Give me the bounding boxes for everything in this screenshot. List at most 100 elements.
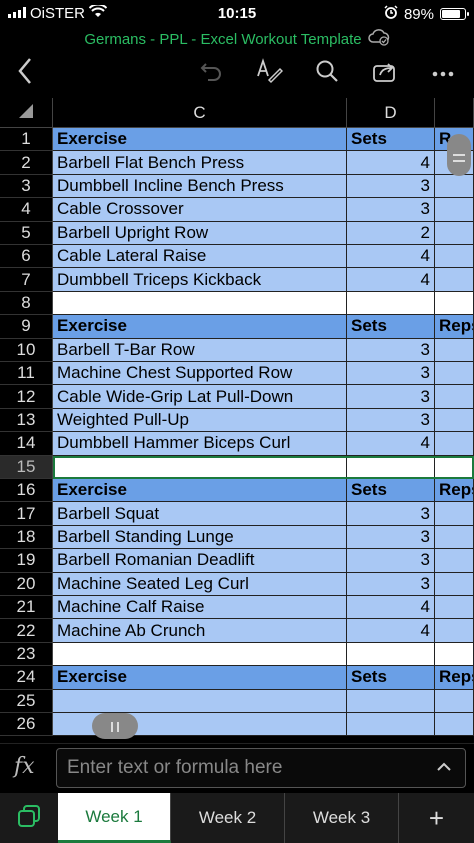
- sets-cell[interactable]: Sets: [347, 315, 435, 339]
- sets-cell[interactable]: 4: [347, 245, 435, 269]
- row-number[interactable]: 26: [0, 713, 53, 737]
- exercise-cell[interactable]: Weighted Pull-Up: [53, 408, 347, 433]
- sets-cell[interactable]: 4: [347, 151, 435, 175]
- reps-cell[interactable]: [435, 174, 474, 199]
- exercise-cell[interactable]: Barbell Romanian Deadlift: [53, 549, 347, 573]
- row-number[interactable]: 25: [0, 689, 53, 713]
- row-number[interactable]: 7: [0, 268, 53, 292]
- sets-cell[interactable]: 3: [347, 502, 435, 526]
- row-number[interactable]: 19: [0, 549, 53, 573]
- row-number[interactable]: 20: [0, 572, 53, 596]
- row-number[interactable]: 2: [0, 151, 53, 175]
- sets-cell[interactable]: 3: [347, 549, 435, 573]
- sets-cell[interactable]: 4: [347, 432, 435, 456]
- exercise-cell[interactable]: Exercise: [53, 666, 347, 690]
- exercise-cell[interactable]: Barbell Upright Row: [53, 221, 347, 245]
- row-number[interactable]: 21: [0, 596, 53, 620]
- row-number[interactable]: 18: [0, 525, 53, 550]
- row-resize-handle[interactable]: [92, 713, 138, 739]
- reps-cell[interactable]: [435, 502, 474, 526]
- formula-input[interactable]: Enter text or formula here: [56, 748, 466, 788]
- row-number[interactable]: 14: [0, 432, 53, 456]
- back-button[interactable]: [8, 56, 42, 90]
- row-number[interactable]: 4: [0, 198, 53, 222]
- reps-cell[interactable]: Reps: [435, 666, 474, 690]
- exercise-cell[interactable]: Cable Wide-Grip Lat Pull-Down: [53, 385, 347, 409]
- reps-cell[interactable]: [435, 619, 474, 643]
- sets-cell[interactable]: [347, 689, 435, 713]
- exercise-cell[interactable]: Exercise: [53, 128, 347, 152]
- sheets-overview-button[interactable]: [0, 793, 58, 843]
- reps-cell[interactable]: [435, 689, 474, 713]
- sheet-tab-week-1[interactable]: Week 1: [58, 793, 171, 843]
- reps-cell[interactable]: Reps: [435, 479, 474, 503]
- reps-cell[interactable]: [435, 408, 474, 433]
- exercise-cell[interactable]: Dumbbell Triceps Kickback: [53, 268, 347, 292]
- exercise-cell[interactable]: Cable Crossover: [53, 198, 347, 222]
- undo-button[interactable]: [194, 56, 228, 90]
- exercise-cell[interactable]: Machine Chest Supported Row: [53, 362, 347, 386]
- row-number[interactable]: 3: [0, 174, 53, 199]
- sets-cell[interactable]: 3: [347, 385, 435, 409]
- sets-cell[interactable]: 4: [347, 619, 435, 643]
- row-number[interactable]: 24: [0, 666, 53, 690]
- select-all-corner[interactable]: [0, 98, 53, 128]
- row-number[interactable]: 8: [0, 291, 53, 316]
- sets-cell[interactable]: 3: [347, 362, 435, 386]
- row-number[interactable]: 1: [0, 128, 53, 152]
- row-number[interactable]: 16: [0, 479, 53, 503]
- exercise-cell[interactable]: Exercise: [53, 479, 347, 503]
- exercise-cell[interactable]: Dumbbell Incline Bench Press: [53, 174, 347, 199]
- sets-cell[interactable]: 3: [347, 198, 435, 222]
- exercise-cell[interactable]: Cable Lateral Raise: [53, 245, 347, 269]
- row-number[interactable]: 15: [0, 455, 53, 479]
- exercise-cell[interactable]: [53, 291, 347, 316]
- reps-cell[interactable]: [435, 385, 474, 409]
- reps-cell[interactable]: [435, 596, 474, 620]
- reps-cell[interactable]: [435, 455, 474, 479]
- exercise-cell[interactable]: Machine Ab Crunch: [53, 619, 347, 643]
- reps-cell[interactable]: [435, 221, 474, 245]
- exercise-cell[interactable]: [53, 455, 347, 479]
- document-title-bar[interactable]: Germans - PPL - Excel Workout Template: [0, 28, 474, 50]
- sets-cell[interactable]: 3: [347, 525, 435, 550]
- function-icon[interactable]: fx: [14, 754, 50, 784]
- sets-cell[interactable]: Sets: [347, 128, 435, 152]
- row-number[interactable]: 17: [0, 502, 53, 526]
- row-number[interactable]: 23: [0, 642, 53, 667]
- row-number[interactable]: 13: [0, 408, 53, 433]
- add-sheet-button[interactable]: +: [399, 793, 474, 843]
- sets-cell[interactable]: 3: [347, 572, 435, 596]
- chevron-up-icon[interactable]: [435, 757, 453, 783]
- sets-cell[interactable]: 3: [347, 338, 435, 362]
- sets-cell[interactable]: [347, 455, 435, 479]
- draw-button[interactable]: [252, 56, 286, 90]
- reps-cell[interactable]: [435, 268, 474, 292]
- exercise-cell[interactable]: Barbell Standing Lunge: [53, 525, 347, 550]
- exercise-cell[interactable]: Barbell Flat Bench Press: [53, 151, 347, 175]
- sets-cell[interactable]: 2: [347, 221, 435, 245]
- exercise-cell[interactable]: Barbell T-Bar Row: [53, 338, 347, 362]
- exercise-cell[interactable]: Dumbbell Hammer Biceps Curl: [53, 432, 347, 456]
- row-number[interactable]: 10: [0, 338, 53, 362]
- sets-cell[interactable]: [347, 713, 435, 737]
- exercise-cell[interactable]: [53, 689, 347, 713]
- sets-cell[interactable]: Sets: [347, 666, 435, 690]
- sets-cell[interactable]: 4: [347, 596, 435, 620]
- row-number[interactable]: 12: [0, 385, 53, 409]
- reps-cell[interactable]: [435, 525, 474, 550]
- more-options-button[interactable]: [426, 56, 460, 90]
- exercise-cell[interactable]: Barbell Squat: [53, 502, 347, 526]
- exercise-cell[interactable]: Machine Seated Leg Curl: [53, 572, 347, 596]
- row-number[interactable]: 22: [0, 619, 53, 643]
- column-resize-handle[interactable]: [447, 134, 471, 176]
- row-number[interactable]: 6: [0, 245, 53, 269]
- share-button[interactable]: [368, 56, 402, 90]
- column-header-next[interactable]: [435, 98, 474, 128]
- reps-cell[interactable]: [435, 362, 474, 386]
- reps-cell[interactable]: [435, 642, 474, 667]
- sets-cell[interactable]: 3: [347, 174, 435, 199]
- exercise-cell[interactable]: Exercise: [53, 315, 347, 339]
- sets-cell[interactable]: Sets: [347, 479, 435, 503]
- exercise-cell[interactable]: Machine Calf Raise: [53, 596, 347, 620]
